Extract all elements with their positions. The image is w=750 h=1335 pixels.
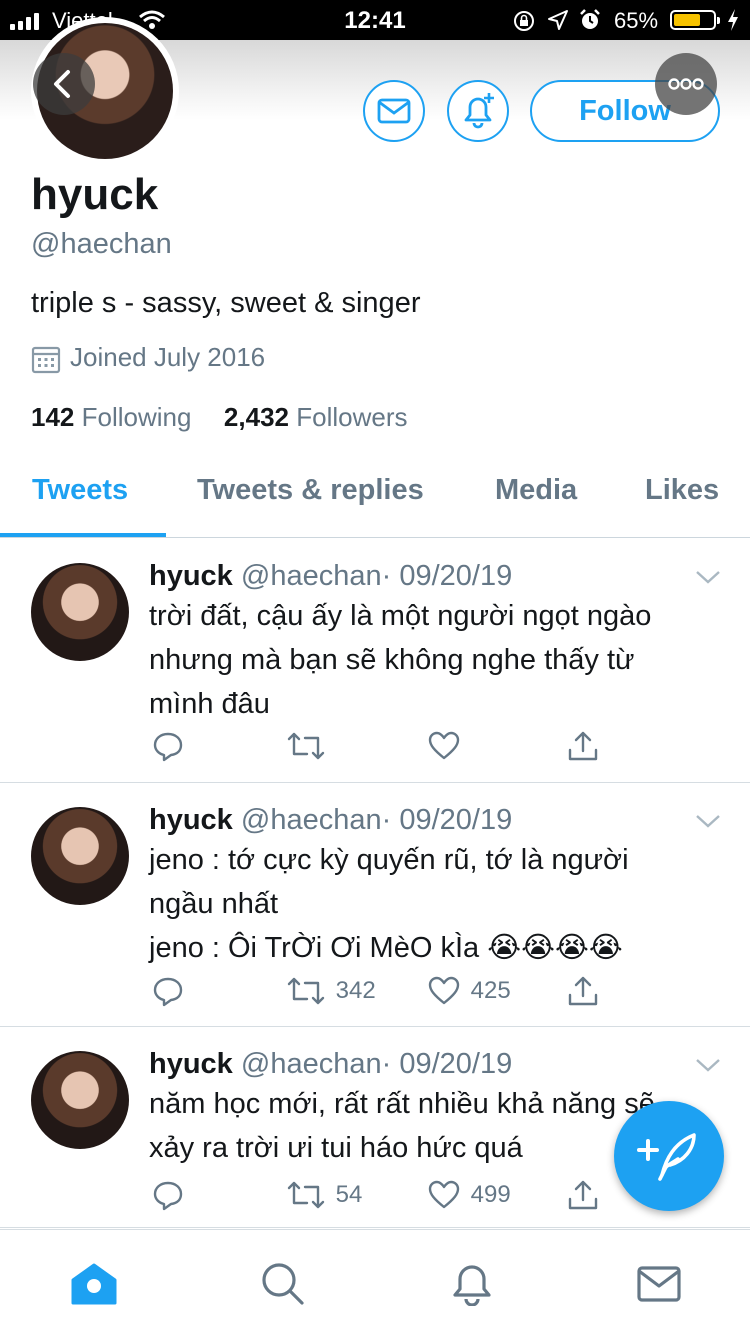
nav-messages[interactable] [636, 1264, 682, 1309]
tweet-text: jeno : tớ cực kỳ quyến rũ, tớ là người n… [149, 838, 709, 970]
battery-percent: 65% [614, 8, 659, 33]
tweet-author-handle: @haechan [240, 560, 382, 592]
retweet-icon [287, 977, 325, 1005]
like-count: 499 [470, 1181, 511, 1208]
reply-icon [153, 1181, 183, 1211]
like-button[interactable] [428, 730, 460, 762]
reply-button[interactable] [152, 975, 184, 1007]
tweet-text-line: jeno : Ôi TrỜi Ơi MèO kÌa 😭😭😭😭 [149, 932, 623, 964]
joined-date: Joined July 2016 [70, 342, 266, 372]
tweet-avatar[interactable] [31, 807, 129, 905]
tab-likes[interactable]: Likes [645, 474, 719, 507]
tweet-avatar[interactable] [31, 1051, 129, 1149]
notifications-icon [453, 1265, 491, 1307]
tab-tweets[interactable]: Tweets [32, 474, 128, 507]
tweet-text-line: jeno : tớ cực kỳ quyến rũ, tớ là người [149, 844, 629, 876]
tab-media[interactable]: Media [495, 474, 577, 507]
tweet-text-line: nhưng mà bạn sẽ không nghe thấy từ [149, 644, 635, 676]
tweet-date: · 09/20/19 [381, 560, 513, 592]
heart-icon [428, 731, 460, 760]
tweet-author-handle: @haechan [240, 1048, 382, 1080]
lock-rotation-icon [514, 11, 534, 31]
back-icon [54, 70, 70, 98]
nav-home[interactable] [70, 1262, 118, 1311]
retweet-count: 342 [335, 977, 376, 1004]
chevron-down-icon[interactable] [694, 812, 722, 830]
notifications-button[interactable] [447, 80, 509, 142]
back-button[interactable] [33, 53, 95, 115]
followers-label: Followers [296, 402, 408, 432]
search-icon [262, 1263, 304, 1305]
battery-icon [670, 10, 720, 30]
following-link[interactable]: 142 Following [31, 402, 199, 432]
compose-icon [637, 1133, 696, 1181]
retweet-count: 54 [335, 1181, 363, 1208]
tweet-header: hyuck @haechan· 09/20/19 [149, 804, 512, 837]
notification-add-icon [464, 93, 494, 129]
chevron-down-icon[interactable] [694, 568, 722, 586]
tweet-date: · 09/20/19 [381, 804, 513, 836]
retweet-button[interactable]: 54 [287, 1179, 362, 1211]
tweet-text-line: trời đất, cậu ấy là một người ngọt ngào [149, 600, 652, 632]
following-label: Following [81, 402, 192, 432]
more-icon [668, 78, 704, 90]
share-icon [568, 731, 598, 761]
compose-tweet-button[interactable] [614, 1101, 724, 1211]
profile-name: hyuck [31, 170, 159, 219]
retweet-icon [287, 1181, 325, 1209]
tweet[interactable]: hyuck @haechan· 09/20/19 trời đất, cậu ấ… [0, 538, 750, 783]
chevron-down-icon[interactable] [694, 1056, 722, 1074]
tweet-header: hyuck @haechan· 09/20/19 [149, 1048, 512, 1081]
share-icon [568, 976, 598, 1006]
tweet-author-handle: @haechan [240, 804, 382, 836]
heart-icon [428, 976, 460, 1005]
retweet-icon [287, 732, 325, 760]
location-icon [548, 10, 568, 30]
reply-button[interactable] [152, 730, 184, 762]
tab-tweets-replies[interactable]: Tweets & replies [197, 474, 424, 507]
tweet-date: · 09/20/19 [381, 1048, 513, 1080]
like-button[interactable]: 425 [428, 975, 511, 1007]
retweet-button[interactable]: 342 [287, 975, 376, 1007]
charging-icon [728, 9, 738, 31]
profile-bio: triple s - sassy, sweet & singer [31, 287, 421, 319]
followers-count: 2,432 [223, 402, 289, 432]
alarm-icon [580, 9, 600, 29]
message-button[interactable] [363, 80, 425, 142]
bottom-navigation [0, 1229, 750, 1335]
share-button[interactable] [566, 1179, 600, 1211]
message-icon [377, 98, 411, 124]
followers-link[interactable]: 2,432 Followers [224, 402, 408, 432]
tweet-text-line: mình đâu [149, 688, 270, 720]
profile-handle: @haechan [31, 228, 172, 260]
messages-icon [637, 1266, 681, 1302]
tweet[interactable]: hyuck @haechan· 09/20/19 jeno : tớ cực k… [0, 783, 750, 1027]
retweet-button[interactable] [287, 730, 325, 762]
tweet-author-name[interactable]: hyuck [149, 560, 233, 592]
home-icon [71, 1263, 117, 1305]
more-button[interactable] [655, 53, 717, 115]
reply-button[interactable] [152, 1179, 184, 1211]
nav-search[interactable] [260, 1261, 306, 1312]
tweet-header: hyuck @haechan· 09/20/19 [149, 560, 512, 593]
share-button[interactable] [566, 730, 600, 762]
share-button[interactable] [566, 975, 600, 1007]
tweet-text: trời đất, cậu ấy là một người ngọt ngào … [149, 594, 709, 726]
like-button[interactable]: 499 [428, 1179, 511, 1211]
tweet-avatar[interactable] [31, 563, 129, 661]
share-icon [568, 1180, 598, 1210]
tweet-author-name[interactable]: hyuck [149, 804, 233, 836]
reply-icon [153, 732, 183, 762]
follow-counts: 142 Following 2,432 Followers [31, 402, 407, 433]
tweet-author-name[interactable]: hyuck [149, 1048, 233, 1080]
heart-icon [428, 1180, 460, 1209]
reply-icon [153, 977, 183, 1007]
like-count: 425 [470, 977, 511, 1004]
calendar-icon [31, 346, 61, 374]
nav-notifications[interactable] [450, 1260, 494, 1311]
tweet-text-line: ngầu nhất [149, 888, 279, 920]
following-count: 142 [31, 402, 75, 432]
